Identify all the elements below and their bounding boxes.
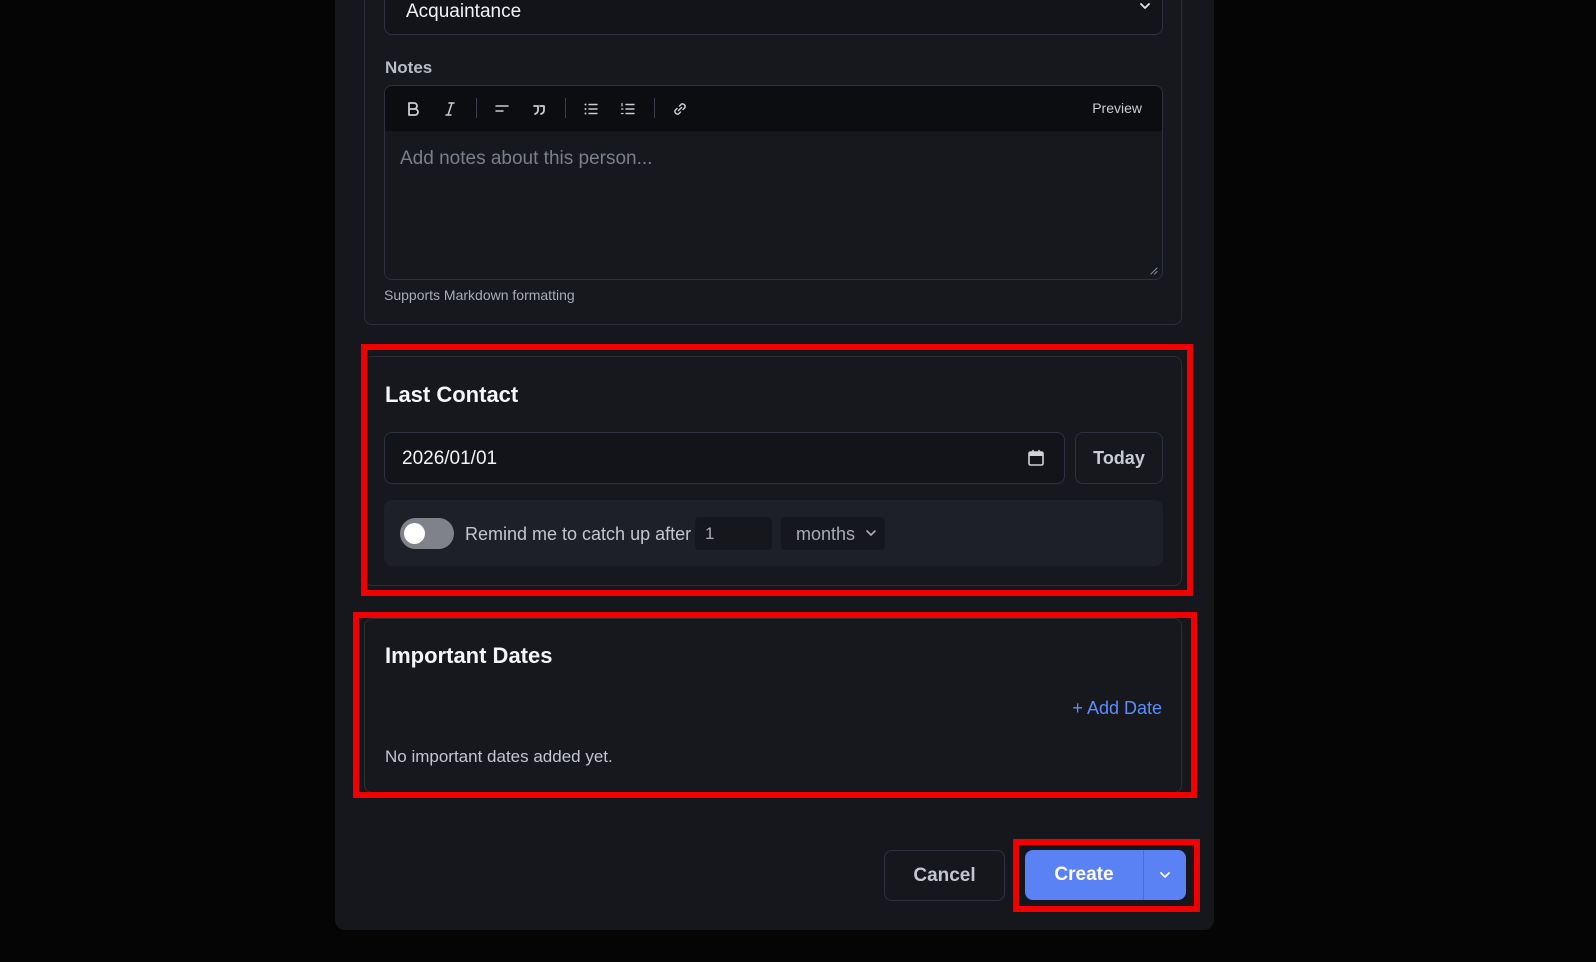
toolbar-separator [565, 98, 566, 118]
reminder-unit-value: months [796, 524, 856, 544]
reminder-toggle[interactable] [400, 518, 454, 549]
italic-button[interactable] [437, 96, 463, 122]
numbered-list-button[interactable] [615, 96, 641, 122]
bulleted-list-icon [584, 103, 598, 115]
chevron-down-icon [1160, 872, 1170, 878]
heading-icon [495, 105, 509, 112]
last-contact-date-input[interactable]: 2026/01/01 [384, 432, 1065, 484]
bulleted-list-button[interactable] [578, 96, 604, 122]
relationship-select-value: Acquaintance [406, 1, 522, 22]
italic-icon [445, 102, 455, 116]
today-button[interactable]: Today [1075, 432, 1163, 484]
resize-grip-icon[interactable] [1150, 267, 1158, 275]
toolbar-separator [476, 98, 477, 118]
calendar-icon[interactable] [1027, 449, 1045, 467]
cancel-button[interactable]: Cancel [884, 850, 1005, 901]
add-date-button[interactable]: + Add Date [1072, 698, 1162, 719]
numbered-list-icon [620, 102, 635, 115]
reminder-number-input[interactable]: 1 [695, 517, 772, 550]
markdown-hint: Supports Markdown formatting [384, 287, 575, 303]
bold-button[interactable] [400, 96, 426, 122]
editor-toolbar: Preview [385, 86, 1162, 131]
reminder-row: Remind me to catch up after 1 months [384, 500, 1163, 566]
create-options-button[interactable] [1143, 850, 1186, 900]
notes-label: Notes [385, 58, 433, 77]
toggle-knob [404, 523, 425, 544]
last-contact-date-value: 2026/01/01 [402, 448, 498, 469]
chevron-down-icon [1140, 3, 1150, 9]
important-dates-title: Important Dates [385, 643, 553, 668]
notes-textarea[interactable] [385, 131, 1162, 279]
bold-icon [408, 102, 419, 116]
preview-button[interactable]: Preview [1092, 100, 1142, 116]
create-button[interactable]: Create [1025, 850, 1143, 900]
last-contact-title: Last Contact [385, 382, 519, 407]
important-dates-empty-text: No important dates added yet. [385, 747, 613, 766]
reminder-label: Remind me to catch up after [465, 524, 692, 544]
notes-editor: Preview [384, 85, 1163, 280]
quote-button[interactable] [526, 96, 552, 122]
link-icon [674, 103, 686, 115]
heading-button[interactable] [489, 96, 515, 122]
chevron-down-icon [866, 530, 876, 536]
reminder-unit-select[interactable]: months [781, 517, 885, 550]
relationship-select[interactable]: Acquaintance [384, 0, 1163, 35]
quote-icon [533, 105, 545, 115]
toolbar-separator [654, 98, 655, 118]
link-button[interactable] [667, 96, 693, 122]
